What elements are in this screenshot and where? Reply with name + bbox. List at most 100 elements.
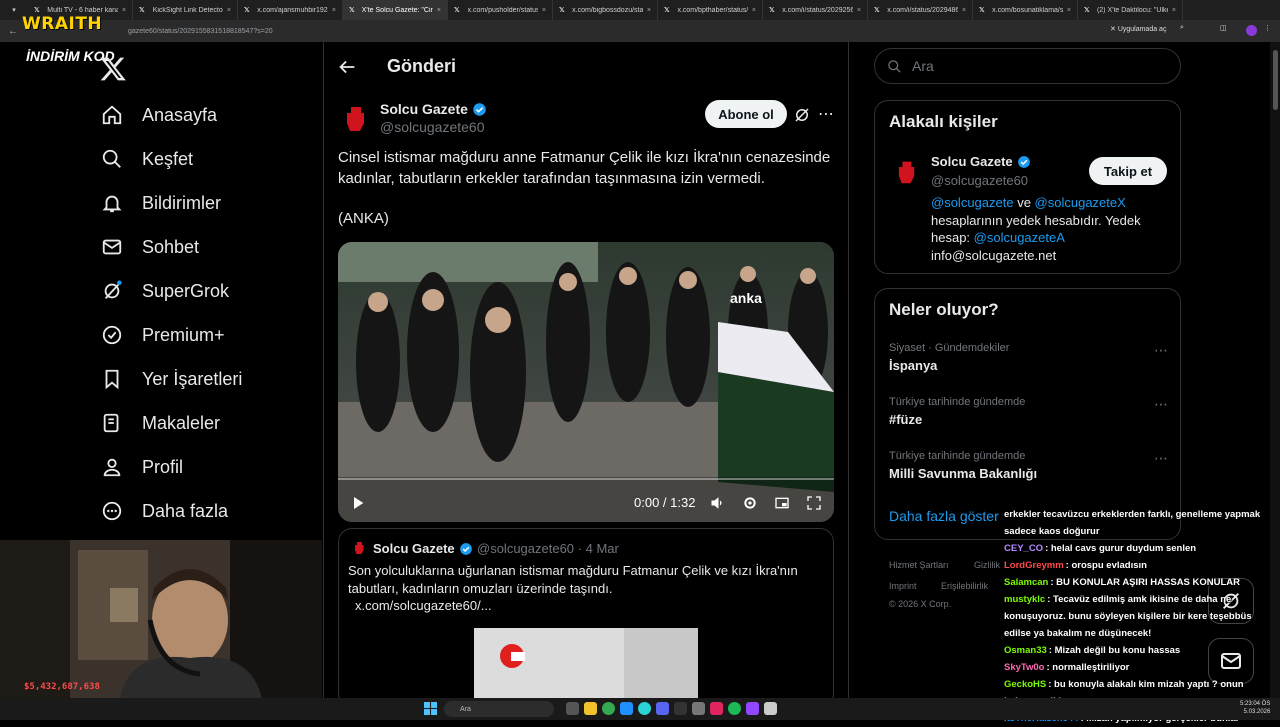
more-options-icon[interactable]: ⋯ (1154, 450, 1169, 467)
system-clock[interactable]: 5:23:04 ÖS 5.03.2026 (1240, 700, 1270, 716)
browser-tab[interactable]: 𝕏x.com/bpthaber/status/2 × (658, 0, 763, 20)
nav-item-explore[interactable]: Keşfet (100, 144, 193, 174)
tab-close-icon[interactable]: × (1172, 7, 1176, 14)
volume-icon[interactable] (710, 495, 726, 511)
grok-icon[interactable] (793, 106, 811, 124)
browser-tab[interactable]: 𝕏x.com/pusholder/status/ × (448, 0, 553, 20)
nav-item-more[interactable]: Daha fazla (100, 496, 228, 526)
tab-list-icon[interactable]: ▾ (0, 6, 28, 14)
extension-icon[interactable]: ◫ (1220, 24, 1227, 32)
author-handle[interactable]: @solcugazete60 (380, 119, 485, 135)
browser-tab[interactable]: 𝕏x.com/ajansmuhbir1923/ × (238, 0, 343, 20)
back-arrow-icon[interactable] (336, 56, 358, 78)
browser-tab[interactable]: 𝕏 X'te Solcu Gazete: "Cinsel × (343, 0, 448, 20)
browser-tab[interactable]: 𝕏 KickSight Link Detector × (133, 0, 238, 20)
tab-close-icon[interactable]: × (437, 7, 441, 14)
nav-item-articles[interactable]: Makaleler (100, 408, 220, 438)
mail-icon (100, 235, 124, 259)
quote-author-name-text: Solcu Gazete (373, 541, 455, 556)
tab-close-icon[interactable]: × (227, 7, 231, 14)
more-options-icon[interactable]: ⋯ (1154, 342, 1169, 359)
stream-chat: erkekler tecavüzcu erkeklerden farklı, g… (1004, 506, 1280, 727)
scrollbar-thumb[interactable] (1273, 50, 1278, 110)
app-icon[interactable] (746, 702, 759, 715)
browser-tab[interactable]: 𝕏 (2) X'te Daktilocu: "Ülkem × (1078, 0, 1183, 20)
tab-close-icon[interactable]: × (857, 7, 861, 14)
nav-item-premium[interactable]: Premium+ (100, 320, 225, 350)
nav-item-supergrok[interactable]: SuperGrok (100, 276, 229, 306)
clock-date: 5.03.2026 (1243, 709, 1271, 715)
zoom-icon[interactable]: ⌕ (1180, 24, 1184, 32)
x-logo-icon[interactable] (99, 55, 127, 83)
app-icon[interactable] (764, 702, 777, 715)
tab-favicon-icon: 𝕏 (244, 7, 250, 14)
url-text[interactable]: gazete60/status/2029155831518818547?s=20 (128, 28, 273, 35)
obs-icon[interactable] (674, 702, 687, 715)
app-icon[interactable] (710, 702, 723, 715)
nav-item-notifications[interactable]: Bildirimler (100, 188, 221, 218)
chrome-icon[interactable] (602, 702, 615, 715)
taskbar-search[interactable]: Ara (444, 701, 554, 717)
nav-item-home[interactable]: Anasayfa (100, 100, 217, 130)
search-icon (100, 147, 124, 171)
settings-icon[interactable] (742, 495, 758, 511)
trend-item[interactable]: Türkiye tarihinde gündemde #füze ⋯ (889, 396, 1169, 427)
search-box[interactable]: Ara (874, 48, 1181, 84)
show-more-link[interactable]: Daha fazla göster (889, 508, 999, 524)
nav-item-chat[interactable]: Sohbet (100, 232, 199, 262)
browser-tab[interactable]: 𝕏x.com/i/status/20292560 × (763, 0, 868, 20)
subscribe-button[interactable]: Abone ol (705, 100, 787, 128)
follow-button[interactable]: Takip et (1089, 157, 1167, 185)
trend-item[interactable]: Siyaset · Gündemdekiler İspanya ⋯ (889, 342, 1169, 373)
nav-item-bookmarks[interactable]: Yer İşaretleri (100, 364, 242, 394)
open-in-app-button[interactable]: ✕ Uygulamada aç (1110, 25, 1166, 33)
fullscreen-icon[interactable] (806, 495, 822, 511)
bio-link[interactable]: @solcugazete (931, 195, 1014, 210)
play-icon[interactable] (350, 495, 366, 511)
quote-link[interactable]: x.com/solcugazete60/... (355, 598, 492, 613)
windows-start-icon[interactable] (424, 702, 437, 715)
footer-imprint-link[interactable]: Imprint (889, 581, 917, 591)
author-avatar[interactable] (338, 100, 374, 136)
tab-close-icon[interactable]: × (1067, 7, 1071, 14)
profile-avatar[interactable] (1246, 25, 1257, 36)
task-view-icon[interactable] (566, 702, 579, 715)
browser-tab[interactable]: 𝕏x.com/bigbossdozu/statu × (553, 0, 658, 20)
tab-close-icon[interactable]: × (647, 7, 651, 14)
nav-item-profile[interactable]: Profil (100, 452, 183, 482)
footer-terms-link[interactable]: Hizmet Şartları (889, 560, 949, 570)
nav-label: Bildirimler (142, 192, 222, 213)
related-handle[interactable]: @solcugazete60 (931, 173, 1028, 188)
browser-tab[interactable]: 𝕏x.com/bosunatiklama/sta × (973, 0, 1078, 20)
more-options-icon[interactable]: ⋯ (1154, 396, 1169, 413)
address-bar[interactable]: ← gazete60/status/2029155831518818547?s=… (0, 20, 1280, 42)
related-name[interactable]: Solcu Gazete (931, 154, 1031, 169)
tab-close-icon[interactable]: × (962, 7, 966, 14)
page-scrollbar[interactable] (1270, 42, 1280, 698)
tab-close-icon[interactable]: × (542, 7, 546, 14)
back-nav-icon[interactable]: ← (8, 26, 18, 37)
footer-privacy-link[interactable]: Gizlilik (974, 560, 1000, 570)
spotify-icon[interactable] (728, 702, 741, 715)
browser-tab-bar: ▾ 𝕏 Multi TV - 6 haber kanalı × 𝕏 KickSight L… (0, 0, 1280, 20)
tab-close-icon[interactable]: × (752, 7, 756, 14)
more-options-icon[interactable]: ⋯ (818, 104, 834, 124)
related-avatar[interactable] (889, 153, 925, 189)
trend-item[interactable]: Türkiye tarihinde gündemde Milli Savunma… (889, 450, 1169, 481)
app-icon[interactable] (692, 702, 705, 715)
author-name[interactable]: Solcu Gazete (380, 101, 487, 117)
tab-close-icon[interactable]: × (122, 7, 126, 14)
pip-icon[interactable] (774, 495, 790, 511)
bio-link[interactable]: @solcugazeteX (1035, 195, 1126, 210)
menu-icon[interactable]: ⋮ (1264, 24, 1271, 32)
video-time: 0:00 / 1:32 (634, 495, 696, 510)
bio-link[interactable]: @solcugazeteA (974, 230, 1065, 245)
app-icon[interactable] (638, 702, 651, 715)
browser-tab[interactable]: 𝕏x.com/i/status/20294861 × (868, 0, 973, 20)
file-explorer-icon[interactable] (584, 702, 597, 715)
footer-accessibility-link[interactable]: Erişilebilirlik (941, 581, 988, 591)
discord-icon[interactable] (656, 702, 669, 715)
edge-icon[interactable] (620, 702, 633, 715)
tab-close-icon[interactable]: × (332, 7, 336, 14)
video-player[interactable]: anka (338, 242, 834, 522)
